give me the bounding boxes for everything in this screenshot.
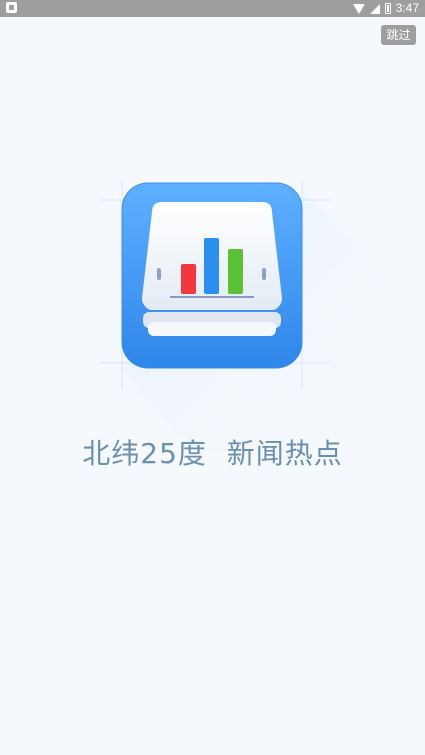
signal-icon	[369, 3, 380, 14]
status-bar: 3:47	[0, 0, 425, 17]
app-logo	[80, 150, 400, 450]
skip-button[interactable]: 跳过	[381, 25, 416, 45]
bar-chart-app-icon	[100, 180, 400, 450]
status-time: 3:47	[395, 1, 419, 15]
app-notification-icon	[6, 2, 17, 13]
battery-icon	[384, 3, 391, 14]
app-tagline: 北纬25度 新闻热点	[82, 437, 343, 470]
wifi-icon	[352, 3, 365, 14]
status-icons: 3:47	[352, 0, 419, 17]
